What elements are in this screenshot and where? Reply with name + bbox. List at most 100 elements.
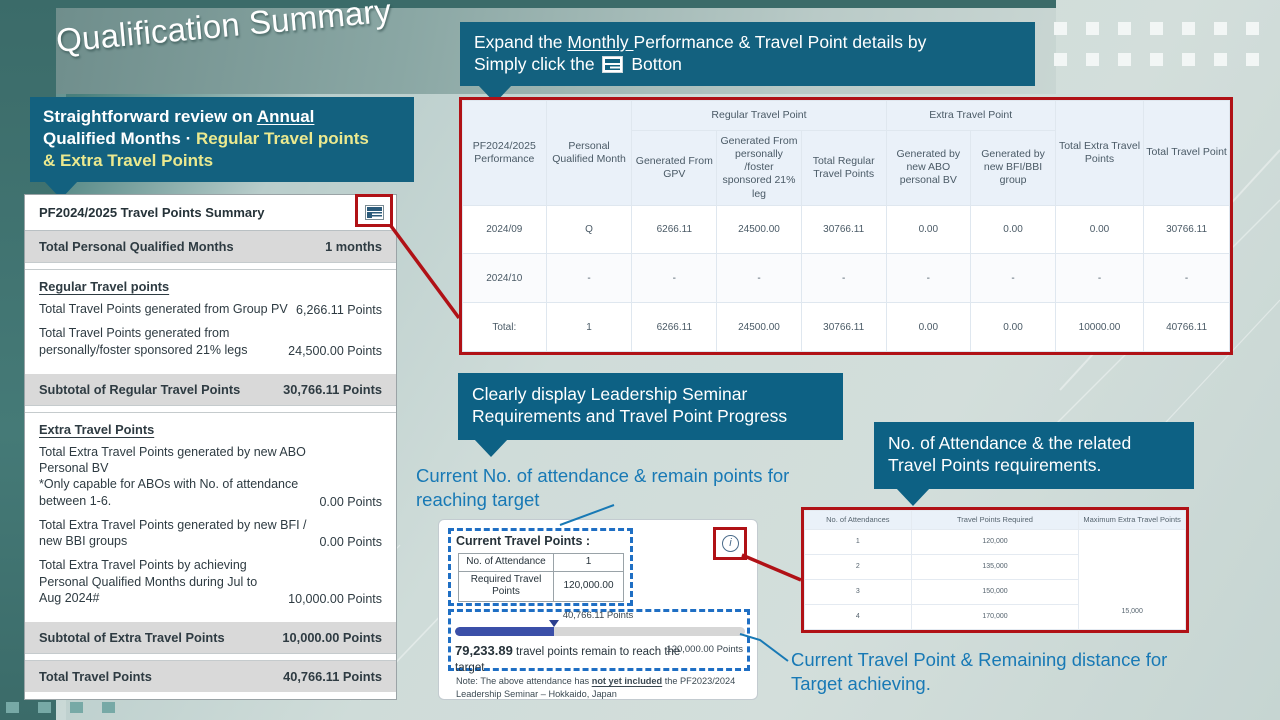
col-generated-from-personally: Generated From personally /foster sponso… xyxy=(716,130,802,206)
current-travel-points-card: Current Travel Points : i No. of Attenda… xyxy=(438,519,758,700)
summary-row-label: Subtotal of Extra Travel Points xyxy=(39,630,225,645)
travel-points-summary-panel: PF2024/2025 Travel Points Summary Total … xyxy=(24,194,397,700)
table-cell: 10000.00 xyxy=(1054,302,1145,352)
monthly-performance-table: PF2024/2025 Performance Personal Qualifi… xyxy=(459,97,1233,355)
table-cell: 40766.11 xyxy=(1143,302,1230,352)
col-travel-points-required: Travel Points Required xyxy=(910,510,1080,530)
table-cell: 1 xyxy=(545,302,633,352)
callout-expand-line1-b: Performance & Travel Point details by xyxy=(633,32,927,52)
monthly-table: PF2024/2025 Performance Personal Qualifi… xyxy=(462,100,1230,352)
table-cell: 0.00 xyxy=(970,302,1056,352)
table-cell: 1 xyxy=(804,528,912,555)
attendance-table-body: 1 120,000 15,000 2 135,000 3 150,000 4 170,000 xyxy=(804,528,1186,631)
summary-line-label: Total Travel Points generated from Group… xyxy=(39,302,288,316)
decorative-dot xyxy=(1182,22,1195,35)
callout-annual-line2: Qualified Months · Regular Travel points xyxy=(43,128,401,150)
table-cell: 0.00 xyxy=(1054,204,1145,255)
summary-row-value: 1 months xyxy=(325,239,382,254)
callout-attendance-tail xyxy=(896,487,930,506)
decorative-dot xyxy=(1054,53,1067,66)
callout-attendance-line2: Travel Points requirements. xyxy=(888,455,1102,476)
table-row: 1 120,000 15,000 xyxy=(804,528,1186,631)
summary-line: Total Travel Points generated from perso… xyxy=(39,325,382,358)
col-no-of-attendances: No. of Attendances xyxy=(804,510,912,530)
monthly-table-head: PF2024/2025 Performance Personal Qualifi… xyxy=(462,100,1230,206)
mini-value: 1 xyxy=(553,553,624,572)
table-cell: 2024/09 xyxy=(462,204,547,255)
decorative-dot-grid-bottom-left xyxy=(6,698,166,716)
table-row: 2024/10- - - - - - - - xyxy=(462,253,1230,304)
decorative-dot xyxy=(1118,53,1131,66)
table-cell: - xyxy=(545,253,633,304)
attendance-mini-table: No. of Attendance 1 Required Travel Poin… xyxy=(458,553,624,602)
summary-row-value: 40,766.11 Points xyxy=(283,669,382,684)
table-row: Required Travel Points 120,000.00 xyxy=(458,570,624,602)
callout-attendance-line1: No. of Attendance & the related xyxy=(888,433,1132,453)
summary-line-value: 6,266.11 Points xyxy=(296,303,382,318)
summary-line: Total Travel Points generated from Group… xyxy=(39,301,382,317)
table-cell: Total: xyxy=(462,302,547,352)
callout-leadership-tail xyxy=(474,438,508,457)
summary-subtotal-regular: Subtotal of Regular Travel Points 30,766… xyxy=(25,373,396,405)
callout-expand-line2-a: Simply click the xyxy=(474,54,600,75)
table-cell: - xyxy=(1143,253,1230,304)
grid-table-icon xyxy=(602,56,624,74)
table-cell: 2024/10 xyxy=(462,253,547,304)
table-cell: - xyxy=(716,253,802,304)
col-generated-from-gpv: Generated From GPV xyxy=(631,130,718,206)
col-generated-new-abo-bv: Generated by new ABO personal BV xyxy=(885,130,972,206)
summary-line-value: 10,000.00 Points xyxy=(288,592,382,606)
attendance-table: No. of Attendances Travel Points Require… xyxy=(804,510,1186,631)
slide-canvas: Qualification Summary Straightforward re… xyxy=(0,0,1280,720)
info-circle-icon[interactable]: i xyxy=(722,535,739,552)
summary-line-value: 0.00 Points xyxy=(319,494,382,509)
decorative-dot xyxy=(1086,53,1099,66)
decorative-dot xyxy=(1054,22,1067,35)
table-cell: 3 xyxy=(804,578,912,605)
callout-annual-line2-text: Qualified Months · xyxy=(43,128,196,148)
monthly-table-group-header-row: PF2024/2025 Performance Personal Qualifi… xyxy=(462,100,1230,206)
table-row: No. of Attendance 1 xyxy=(458,553,624,572)
summary-line-value: 24,500.00 Points xyxy=(288,343,382,358)
summary-line: Total Extra Travel Points by achieving P… xyxy=(39,557,382,606)
summary-row-value: 30,766.11 Points xyxy=(283,381,382,397)
remaining-value: 79,233.89 xyxy=(455,643,513,658)
summary-subtotal-extra: Subtotal of Extra Travel Points 10,000.0… xyxy=(25,622,396,653)
table-cell: 30766.11 xyxy=(1143,204,1230,255)
col-performance: PF2024/2025 Performance xyxy=(462,100,547,206)
callout-expand-line2: Simply click the Botton xyxy=(474,53,1021,75)
summary-row-label: Total Travel Points xyxy=(39,669,152,684)
group-extra-travel-point: Extra Travel Point xyxy=(885,100,1056,131)
callout-leadership-line1: Clearly display Leadership Seminar xyxy=(472,384,748,404)
table-cell: 135,000 xyxy=(910,553,1080,580)
table-cell: 30766.11 xyxy=(800,302,887,352)
callout-annual-line1: Straightforward review on Annual xyxy=(43,106,401,128)
table-row: 2024/09 Q 6266.11 24500.00 30766.11 0.00 0.00 0… xyxy=(462,204,1230,255)
decorative-dot xyxy=(1150,53,1163,66)
attendance-mini-body: No. of Attendance 1 Required Travel Poin… xyxy=(458,553,624,602)
progress-bar-fill xyxy=(455,627,554,636)
group-regular-travel-point: Regular Travel Point xyxy=(631,100,887,131)
decorative-dot xyxy=(1182,53,1195,66)
summary-divider xyxy=(25,653,396,661)
callout-leadership-line2: Requirements and Travel Point Progress xyxy=(472,406,788,427)
summary-section-extra: Extra Travel Points Total Extra Travel P… xyxy=(25,413,396,622)
table-cell: - xyxy=(885,253,972,304)
summary-total-travel-points: Total Travel Points 40,766.11 Points xyxy=(25,661,396,692)
highlight-box-grid-button xyxy=(355,194,393,227)
table-cell: - xyxy=(1054,253,1145,304)
table-cell: Q xyxy=(545,204,633,255)
current-travel-points-title: Current Travel Points : xyxy=(456,534,591,548)
callout-annual-line2-highlight: Regular Travel points xyxy=(196,128,369,148)
col-personal-qualified-month: Personal Qualified Month xyxy=(545,100,633,206)
summary-line-label: Total Extra Travel Points generated by n… xyxy=(39,444,306,508)
note-part-a: Note: The above attendance has xyxy=(456,676,592,686)
table-cell: 6266.11 xyxy=(631,302,718,352)
summary-panel-header: PF2024/2025 Travel Points Summary xyxy=(25,195,396,231)
summary-line-label: Total Travel Points generated from perso… xyxy=(39,326,248,357)
mini-value: 120,000.00 xyxy=(553,570,624,602)
max-extra-travel-points-cell: 15,000 xyxy=(1078,528,1186,631)
table-cell: 30766.11 xyxy=(800,204,887,255)
summary-row-label: Subtotal of Regular Travel Points xyxy=(39,381,241,397)
mini-label: Required Travel Points xyxy=(458,570,554,602)
